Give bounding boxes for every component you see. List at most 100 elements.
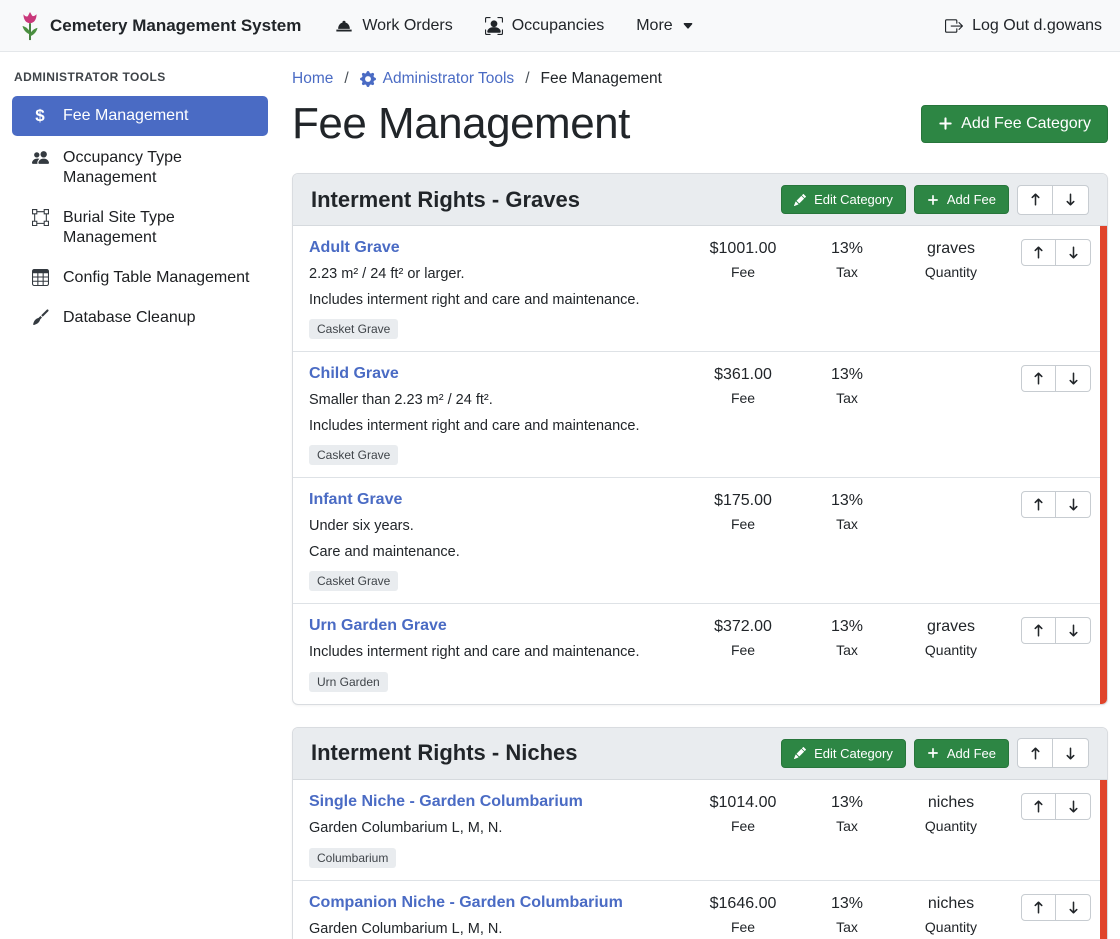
fee-quantity-unit: niches bbox=[899, 794, 1003, 812]
arrow-up-icon bbox=[1032, 901, 1045, 914]
move-category-down-button[interactable] bbox=[1053, 738, 1089, 768]
fee-reorder-group bbox=[1003, 894, 1091, 921]
fee-amount: $1001.00 bbox=[691, 240, 795, 258]
breadcrumb-current-page: Fee Management bbox=[541, 70, 663, 88]
breadcrumb-home-link[interactable]: Home bbox=[292, 70, 333, 88]
arrow-down-icon bbox=[1067, 372, 1080, 385]
add-fee-button[interactable]: Add Fee bbox=[914, 739, 1009, 768]
move-fee-down-button[interactable] bbox=[1056, 239, 1091, 266]
fee-amount-col: $361.00 Fee bbox=[691, 365, 795, 406]
fee-quantity-col bbox=[899, 365, 1003, 366]
users-icon bbox=[30, 149, 50, 166]
sidebar-item-label: Burial Site Type Management bbox=[63, 208, 258, 248]
fee-category-card: Interment Rights - Graves Edit Category … bbox=[292, 173, 1108, 705]
fee-quantity-col: niches Quantity bbox=[899, 894, 1003, 935]
add-fee-button[interactable]: Add Fee bbox=[914, 185, 1009, 214]
arrow-up-icon bbox=[1032, 498, 1045, 511]
move-fee-down-button[interactable] bbox=[1056, 894, 1091, 921]
move-fee-down-button[interactable] bbox=[1056, 365, 1091, 392]
move-fee-up-button[interactable] bbox=[1021, 365, 1056, 392]
edit-category-button[interactable]: Edit Category bbox=[781, 185, 906, 214]
fee-quantity-label: Quantity bbox=[899, 919, 1003, 935]
fee-description: Includes interment right and care and ma… bbox=[309, 643, 679, 663]
move-fee-up-button[interactable] bbox=[1021, 793, 1056, 820]
fee-row: Child Grave Smaller than 2.23 m² / 24 ft… bbox=[293, 351, 1107, 477]
fee-name-link[interactable]: Infant Grave bbox=[309, 491, 402, 509]
sidebar-item-database-cleanup[interactable]: Database Cleanup bbox=[12, 300, 268, 336]
fee-amount-label: Fee bbox=[691, 919, 795, 935]
move-category-up-button[interactable] bbox=[1017, 738, 1053, 768]
arrow-down-icon bbox=[1067, 800, 1080, 813]
fee-name-link[interactable]: Adult Grave bbox=[309, 239, 400, 257]
fee-row: Adult Grave 2.23 m² / 24 ft² or larger. … bbox=[293, 226, 1107, 351]
add-fee-label: Add Fee bbox=[947, 746, 996, 761]
move-fee-up-button[interactable] bbox=[1021, 894, 1056, 921]
person-frame-icon bbox=[485, 17, 503, 35]
plus-icon bbox=[927, 194, 939, 206]
fee-quantity-col: graves Quantity bbox=[899, 617, 1003, 658]
fee-tax-label: Tax bbox=[795, 516, 899, 532]
card-scrollbar[interactable] bbox=[1100, 226, 1107, 704]
move-category-down-button[interactable] bbox=[1053, 185, 1089, 215]
fee-quantity-unit: niches bbox=[899, 895, 1003, 913]
fee-type-badge: Urn Garden bbox=[309, 672, 388, 692]
fee-tax-col: 13% Tax bbox=[795, 239, 899, 280]
fee-name-link[interactable]: Urn Garden Grave bbox=[309, 617, 447, 635]
fee-name-link[interactable]: Companion Niche - Garden Columbarium bbox=[309, 894, 623, 912]
edit-category-label: Edit Category bbox=[814, 746, 893, 761]
sidebar-item-label: Database Cleanup bbox=[63, 308, 196, 328]
sidebar-heading: ADMINISTRATOR TOOLS bbox=[0, 60, 280, 96]
logout-link[interactable]: Log Out d.gowans bbox=[945, 17, 1102, 35]
move-fee-up-button[interactable] bbox=[1021, 491, 1056, 518]
fee-amount: $361.00 bbox=[691, 366, 795, 384]
tulip-logo-icon bbox=[18, 11, 42, 41]
sidebar-item-label: Fee Management bbox=[63, 106, 188, 126]
logout-label: Log Out d.gowans bbox=[972, 17, 1102, 35]
category-title: Interment Rights - Niches bbox=[311, 740, 781, 766]
fee-type-badge: Casket Grave bbox=[309, 319, 398, 339]
fee-amount-col: $175.00 Fee bbox=[691, 491, 795, 532]
arrow-up-icon bbox=[1032, 624, 1045, 637]
fee-quantity-label: Quantity bbox=[899, 642, 1003, 658]
sidebar-item-label: Occupancy Type Management bbox=[63, 148, 258, 188]
app-brand[interactable]: Cemetery Management System bbox=[18, 11, 301, 41]
fee-tax-col: 13% Tax bbox=[795, 491, 899, 532]
card-scrollbar[interactable] bbox=[1100, 780, 1107, 939]
move-fee-down-button[interactable] bbox=[1056, 491, 1091, 518]
fee-row: Infant Grave Under six years. Care and m… bbox=[293, 477, 1107, 603]
logout-icon bbox=[945, 17, 963, 35]
move-category-up-button[interactable] bbox=[1017, 185, 1053, 215]
sidebar-item-burial-site-type-management[interactable]: Burial Site Type Management bbox=[12, 200, 268, 256]
fee-tax-col: 13% Tax bbox=[795, 365, 899, 406]
sidebar-item-fee-management[interactable]: $ Fee Management bbox=[12, 96, 268, 136]
fee-name-link[interactable]: Single Niche - Garden Columbarium bbox=[309, 793, 583, 811]
nav-work-orders[interactable]: Work Orders bbox=[335, 17, 452, 35]
move-fee-down-button[interactable] bbox=[1056, 793, 1091, 820]
fee-tax-col: 13% Tax bbox=[795, 617, 899, 658]
category-actions: Edit Category Add Fee bbox=[781, 185, 1089, 215]
breadcrumb-admin-tools-link[interactable]: Administrator Tools bbox=[360, 70, 515, 88]
fee-type-badge: Columbarium bbox=[309, 848, 396, 868]
edit-category-button[interactable]: Edit Category bbox=[781, 739, 906, 768]
fee-tax-label: Tax bbox=[795, 642, 899, 658]
add-fee-category-button[interactable]: Add Fee Category bbox=[921, 105, 1108, 143]
chevron-down-icon bbox=[682, 20, 694, 32]
move-fee-up-button[interactable] bbox=[1021, 239, 1056, 266]
move-fee-up-button[interactable] bbox=[1021, 617, 1056, 644]
fee-amount-label: Fee bbox=[691, 390, 795, 406]
fee-reorder-group bbox=[1003, 793, 1091, 820]
edit-category-label: Edit Category bbox=[814, 192, 893, 207]
fee-tax: 13% bbox=[795, 794, 899, 812]
category-reorder-group bbox=[1017, 185, 1089, 215]
fee-name-link[interactable]: Child Grave bbox=[309, 365, 399, 383]
nav-more-dropdown[interactable]: More bbox=[636, 17, 693, 35]
sidebar-item-config-table-management[interactable]: Config Table Management bbox=[12, 260, 268, 296]
arrow-down-icon bbox=[1067, 498, 1080, 511]
nav-more-label: More bbox=[636, 17, 672, 35]
move-fee-down-button[interactable] bbox=[1056, 617, 1091, 644]
sidebar-item-occupancy-type-management[interactable]: Occupancy Type Management bbox=[12, 140, 268, 196]
nav-occupancies[interactable]: Occupancies bbox=[485, 17, 605, 35]
fee-amount-label: Fee bbox=[691, 516, 795, 532]
nav-work-orders-label: Work Orders bbox=[362, 17, 452, 35]
pencil-icon bbox=[794, 747, 806, 759]
